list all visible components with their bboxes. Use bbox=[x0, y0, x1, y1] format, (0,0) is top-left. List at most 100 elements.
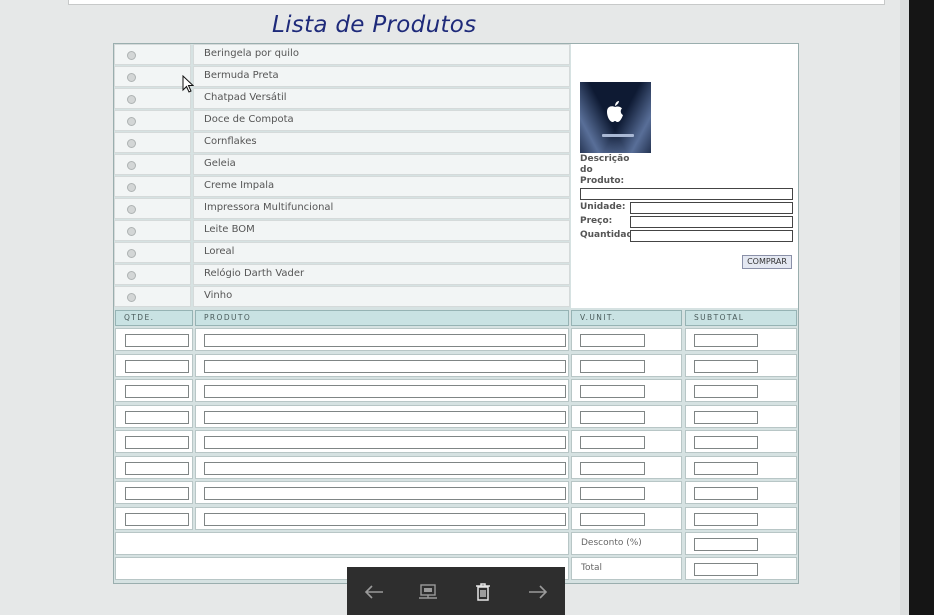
order-unit-price-input[interactable] bbox=[580, 436, 645, 449]
order-qty-cell bbox=[115, 404, 193, 428]
total-input[interactable] bbox=[694, 563, 758, 576]
order-subtotal-input[interactable] bbox=[694, 436, 758, 449]
order-qty-input[interactable] bbox=[125, 461, 189, 475]
product-radio-cell bbox=[114, 154, 191, 175]
product-row[interactable]: Beringela por quilo bbox=[114, 44, 570, 65]
discount-label-cell: Desconto (%) bbox=[571, 532, 682, 555]
order-qty-input[interactable] bbox=[125, 436, 189, 449]
order-unit-price-cell bbox=[571, 430, 682, 453]
order-product-input[interactable] bbox=[204, 487, 566, 500]
product-name: Chatpad Versátil bbox=[204, 92, 287, 103]
order-qty-input[interactable] bbox=[125, 410, 189, 424]
order-subtotal-input[interactable] bbox=[694, 461, 758, 475]
product-radio[interactable] bbox=[127, 117, 136, 126]
unit-field[interactable] bbox=[630, 202, 793, 214]
order-subtotal-input[interactable] bbox=[694, 512, 758, 526]
product-radio[interactable] bbox=[127, 271, 136, 280]
order-qty-input[interactable] bbox=[125, 334, 189, 347]
order-subtotal-input[interactable] bbox=[694, 487, 758, 500]
product-row[interactable]: Geleia bbox=[114, 154, 570, 175]
product-row[interactable]: Cornflakes bbox=[114, 132, 570, 153]
product-name: Vinho bbox=[204, 290, 233, 301]
order-product-cell bbox=[195, 481, 569, 504]
product-radio[interactable] bbox=[127, 205, 136, 214]
product-radio[interactable] bbox=[127, 51, 136, 60]
product-radio[interactable] bbox=[127, 73, 136, 82]
order-unit-price-input[interactable] bbox=[580, 487, 645, 500]
quantity-field[interactable] bbox=[630, 230, 793, 242]
order-unit-price-input[interactable] bbox=[580, 385, 645, 398]
order-product-input[interactable] bbox=[204, 359, 566, 373]
order-unit-price-input[interactable] bbox=[580, 334, 645, 347]
order-product-cell bbox=[195, 328, 569, 351]
mouse-cursor-icon bbox=[182, 75, 194, 93]
order-qty-input[interactable] bbox=[125, 512, 189, 526]
product-row[interactable]: Creme Impala bbox=[114, 176, 570, 197]
product-radio-cell bbox=[114, 286, 191, 307]
order-subtotal-cell bbox=[685, 379, 797, 402]
order-product-input[interactable] bbox=[204, 385, 566, 398]
order-product-cell bbox=[195, 430, 569, 453]
price-field[interactable] bbox=[630, 216, 793, 228]
order-qty-cell bbox=[115, 455, 193, 479]
product-radio[interactable] bbox=[127, 249, 136, 258]
order-product-input[interactable] bbox=[204, 436, 566, 449]
order-subtotal-input[interactable] bbox=[694, 334, 758, 347]
page-scroll-gutter bbox=[900, 0, 909, 615]
order-product-input[interactable] bbox=[204, 512, 566, 526]
product-row[interactable]: Impressora Multifuncional bbox=[114, 198, 570, 219]
order-unit-price-input[interactable] bbox=[580, 512, 645, 526]
order-subtotal-input[interactable] bbox=[694, 359, 758, 373]
product-radio[interactable] bbox=[127, 227, 136, 236]
arrow-left-icon bbox=[364, 585, 383, 599]
product-radio[interactable] bbox=[127, 139, 136, 148]
order-unit-price-input[interactable] bbox=[580, 461, 645, 475]
image-caption bbox=[602, 134, 634, 137]
next-button[interactable] bbox=[526, 580, 550, 604]
order-qty-input[interactable] bbox=[125, 385, 189, 398]
product-row[interactable]: Leite BOM bbox=[114, 220, 570, 241]
order-qty-cell bbox=[115, 506, 193, 530]
product-name-cell: Leite BOM bbox=[193, 220, 570, 241]
order-subtotal-input[interactable] bbox=[694, 385, 758, 398]
previous-button[interactable] bbox=[362, 580, 386, 604]
product-name: Cornflakes bbox=[204, 136, 257, 147]
right-dark-strip bbox=[909, 0, 934, 615]
order-subtotal-cell bbox=[685, 430, 797, 453]
product-row[interactable]: Doce de Compota bbox=[114, 110, 570, 131]
order-product-input[interactable] bbox=[204, 410, 566, 424]
slideshow-button[interactable] bbox=[416, 580, 440, 604]
product-radio-cell bbox=[114, 132, 191, 153]
product-radio[interactable] bbox=[127, 161, 136, 170]
total-label-cell: Total bbox=[571, 557, 682, 580]
order-qty-cell bbox=[115, 353, 193, 377]
product-radio[interactable] bbox=[127, 95, 136, 104]
product-radio-cell bbox=[114, 242, 191, 263]
description-field[interactable] bbox=[580, 188, 793, 200]
order-unit-price-cell bbox=[571, 481, 682, 504]
product-name-cell: Creme Impala bbox=[193, 176, 570, 197]
delete-button[interactable] bbox=[471, 580, 495, 604]
order-unit-price-input[interactable] bbox=[580, 410, 645, 424]
product-row[interactable]: Loreal bbox=[114, 242, 570, 263]
product-detail-panel: Descrição do Produto: Unidade: Preço: Qu… bbox=[571, 44, 798, 308]
order-subtotal-input[interactable] bbox=[694, 410, 758, 424]
order-product-input[interactable] bbox=[204, 334, 566, 347]
product-row[interactable]: Vinho bbox=[114, 286, 570, 307]
order-qty-input[interactable] bbox=[125, 359, 189, 373]
product-radio[interactable] bbox=[127, 183, 136, 192]
discount-input[interactable] bbox=[694, 538, 758, 551]
order-qty-input[interactable] bbox=[125, 487, 189, 500]
product-radio-cell bbox=[114, 176, 191, 197]
order-product-input[interactable] bbox=[204, 461, 566, 475]
product-row[interactable]: Relógio Darth Vader bbox=[114, 264, 570, 285]
product-radio-cell bbox=[114, 220, 191, 241]
product-name-cell: Chatpad Versátil bbox=[193, 88, 570, 109]
buy-button[interactable]: COMPRAR bbox=[742, 255, 792, 269]
product-name-cell: Geleia bbox=[193, 154, 570, 175]
order-unit-price-cell bbox=[571, 379, 682, 402]
order-product-cell bbox=[195, 455, 569, 479]
product-radio[interactable] bbox=[127, 293, 136, 302]
product-name-cell: Vinho bbox=[193, 286, 570, 307]
order-unit-price-input[interactable] bbox=[580, 359, 645, 373]
